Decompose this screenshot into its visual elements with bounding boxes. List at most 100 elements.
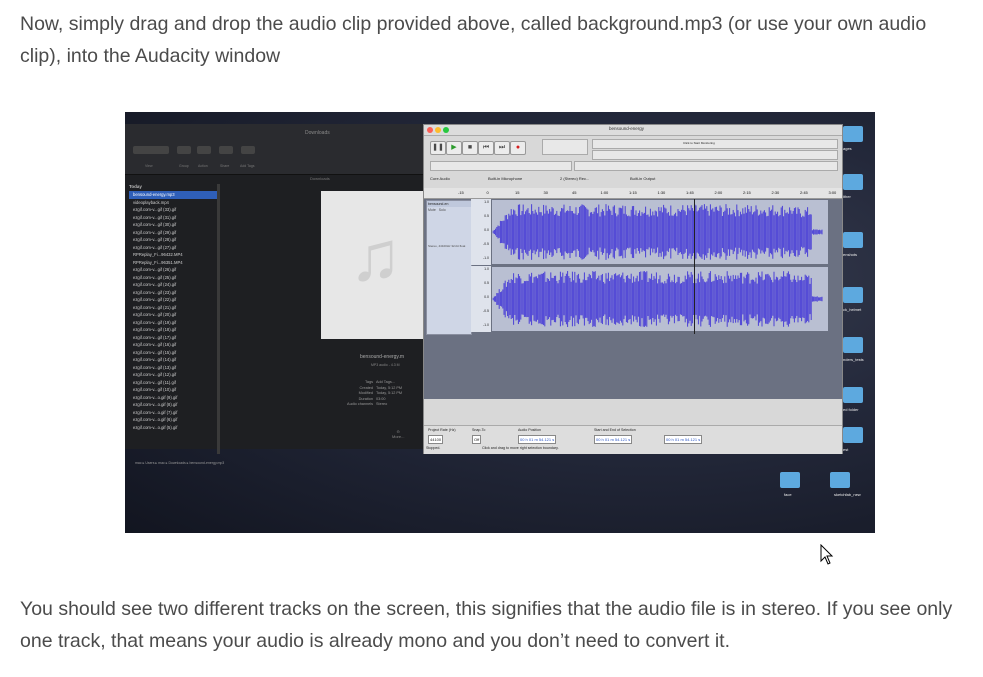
file-list-item[interactable]: ezgif.com-v...gif (15).gif: [129, 349, 219, 357]
ruler-tick: 1:00: [600, 190, 609, 195]
file-list-item[interactable]: ezgif.com-v...gif (21).gif: [129, 304, 219, 312]
file-list-item[interactable]: videoplayback.mp4: [129, 199, 219, 207]
more-button[interactable]: ⊖ More...: [392, 429, 404, 439]
mixer-toolbar[interactable]: [430, 161, 572, 171]
file-list-item[interactable]: RPReplay_Fi...96351.MP4: [129, 259, 219, 267]
folder-icon[interactable]: [843, 126, 863, 142]
folder-icon[interactable]: [830, 472, 850, 488]
project-rate-select[interactable]: 44100: [428, 435, 444, 444]
file-list-item[interactable]: ezgif.com-v...gif (33).gif: [129, 206, 219, 214]
file-list-item[interactable]: ezgif.com-v...gif (28).gif: [129, 236, 219, 244]
ruler-tick: 0: [486, 190, 489, 195]
track-control-panel[interactable]: bensound-en Mute Solo Stereo, 44100Hz 32…: [426, 200, 472, 335]
ruler-tick: 15: [515, 190, 520, 195]
skip-start-button[interactable]: ⏮: [478, 141, 494, 155]
status-text: Stopped.: [426, 446, 441, 450]
group-button[interactable]: [177, 146, 191, 154]
file-list-item[interactable]: ezgif.com-v...gif (14).gif: [129, 356, 219, 364]
file-list-item[interactable]: ezgif.com-v...gif (13).gif: [129, 364, 219, 372]
file-list-item[interactable]: ezgif.com-v...gif (23).gif: [129, 289, 219, 297]
file-list-item[interactable]: ezgif.com-v...gif (20).gif: [129, 311, 219, 319]
file-list-item[interactable]: ezgif.com-v...o.gif (9).gif: [129, 394, 219, 402]
folder-icon[interactable]: [843, 387, 863, 403]
file-list-item[interactable]: ezgif.com-v...o.gif (6).gif: [129, 416, 219, 424]
ruler-tick: 45: [572, 190, 577, 195]
file-list-item[interactable]: ezgif.com-v...gif (27).gif: [129, 244, 219, 252]
ruler-tick: 1:30: [657, 190, 666, 195]
folder-icon[interactable]: [780, 472, 800, 488]
folder-icon[interactable]: [843, 232, 863, 248]
file-list-item[interactable]: ezgif.com-v...gif (10).gif: [129, 386, 219, 394]
close-icon[interactable]: [427, 127, 433, 133]
selection-end-field[interactable]: 00 h 01 m 54.121 s: [664, 435, 703, 444]
scale-label: 1.0: [484, 267, 489, 271]
folder-icon[interactable]: [843, 287, 863, 303]
desktop-icon-label: sketchfab_new: [834, 492, 861, 497]
waveform-right[interactable]: [492, 267, 828, 331]
file-list-item[interactable]: ezgif.com-v...o.gif (5).gif: [129, 424, 219, 432]
channels-select[interactable]: 2 (Stereo) Rec...: [560, 176, 589, 181]
stop-button[interactable]: ■: [462, 141, 478, 155]
folder-icon[interactable]: [843, 174, 863, 190]
file-list-item[interactable]: ezgif.com-v...gif (29).gif: [129, 229, 219, 237]
tags-button[interactable]: [241, 146, 255, 154]
desktop-icon-label: ages: [843, 146, 852, 151]
file-list-item[interactable]: ezgif.com-v...gif (30).gif: [129, 221, 219, 229]
path-bar: mac ▸ Users ▸ mac ▸ Downloads ▸ bensound…: [135, 461, 225, 465]
file-list-item[interactable]: ezgif.com-v...o.gif (7).gif: [129, 409, 219, 417]
pause-button[interactable]: ❚❚: [430, 141, 446, 155]
toolbar-label: Add Tags: [240, 164, 255, 168]
file-list-item[interactable]: ezgif.com-v...gif (26).gif: [129, 266, 219, 274]
play-button[interactable]: ▶: [446, 141, 462, 155]
scale-label: 1.0: [484, 200, 489, 204]
host-select[interactable]: Core Audio: [430, 176, 450, 181]
input-device-select[interactable]: Built-in Microphone: [488, 176, 522, 181]
track-area[interactable]: bensound-en Mute Solo Stereo, 44100Hz 32…: [424, 199, 842, 399]
file-list-item[interactable]: ezgif.com-v...gif (22).gif: [129, 296, 219, 304]
minimize-icon[interactable]: [435, 127, 441, 133]
waveform-left[interactable]: [492, 200, 828, 264]
scale-label: 0.5: [484, 214, 489, 218]
audio-position-field[interactable]: 00 h 01 m 54.121 s: [518, 435, 557, 444]
scale-label: -0.5: [482, 309, 489, 313]
track-info: Stereo, 44100Hz 32-bit float: [428, 244, 466, 248]
file-list-item[interactable]: ezgif.com-v...gif (12).gif: [129, 371, 219, 379]
file-list-item[interactable]: bensound-energy.mp3: [129, 191, 219, 199]
file-list-item[interactable]: ezgif.com-v...gif (24).gif: [129, 281, 219, 289]
toolbar-label: Group: [179, 164, 189, 168]
file-list-item[interactable]: ezgif.com-v...gif (19).gif: [129, 319, 219, 327]
record-button[interactable]: ●: [510, 141, 526, 155]
maximize-icon[interactable]: [443, 127, 449, 133]
tools-toolbar[interactable]: [542, 139, 588, 155]
snap-to-select[interactable]: Off: [472, 435, 482, 444]
file-list-item[interactable]: RPReplay_Fi...96432.MP4: [129, 251, 219, 259]
action-button[interactable]: [197, 146, 211, 154]
ruler-tick: 2:00: [714, 190, 723, 195]
share-button[interactable]: [219, 146, 233, 154]
scrollbar[interactable]: [217, 184, 220, 454]
mute-button[interactable]: Mute: [428, 208, 436, 212]
meter-toolbar[interactable]: Click to Start Monitoring: [592, 139, 838, 149]
screenshot-image: Downloads View Group Action Share Add Ta…: [125, 112, 875, 533]
file-list-item[interactable]: ezgif.com-v...gif (25).gif: [129, 274, 219, 282]
folder-icon[interactable]: [843, 337, 863, 353]
folder-icon[interactable]: [843, 427, 863, 443]
file-list-item[interactable]: ezgif.com-v...o.gif (8).gif: [129, 401, 219, 409]
output-device-select[interactable]: Built-in Output: [630, 176, 655, 181]
file-list-item[interactable]: ezgif.com-v...gif (11).gif: [129, 379, 219, 387]
selection-start-field[interactable]: 00 h 01 m 54.121 s: [594, 435, 633, 444]
file-list-item[interactable]: ezgif.com-v...gif (17).gif: [129, 334, 219, 342]
ruler-tick: -15: [458, 190, 464, 195]
playback-meter[interactable]: [592, 150, 838, 160]
skip-end-button[interactable]: ⏭: [494, 141, 510, 155]
solo-button[interactable]: Solo: [439, 208, 446, 212]
view-buttons[interactable]: [133, 146, 169, 154]
file-list-item[interactable]: ezgif.com-v...gif (16).gif: [129, 341, 219, 349]
amplitude-scale: 1.0 0.5 0.0 -0.5 -1.0: [471, 199, 491, 265]
file-list-item[interactable]: ezgif.com-v...gif (18).gif: [129, 326, 219, 334]
file-list-item[interactable]: ezgif.com-v...gif (31).gif: [129, 214, 219, 222]
edit-toolbar[interactable]: [574, 161, 838, 171]
audacity-title: bensound-energy: [609, 126, 645, 131]
timeline-ruler[interactable]: -15 0 15 30 45 1:00 1:15 1:30 1:45 2:00 2:15 2:30 2:…: [424, 188, 842, 199]
desktop-icon-label: ed folder: [843, 407, 859, 412]
